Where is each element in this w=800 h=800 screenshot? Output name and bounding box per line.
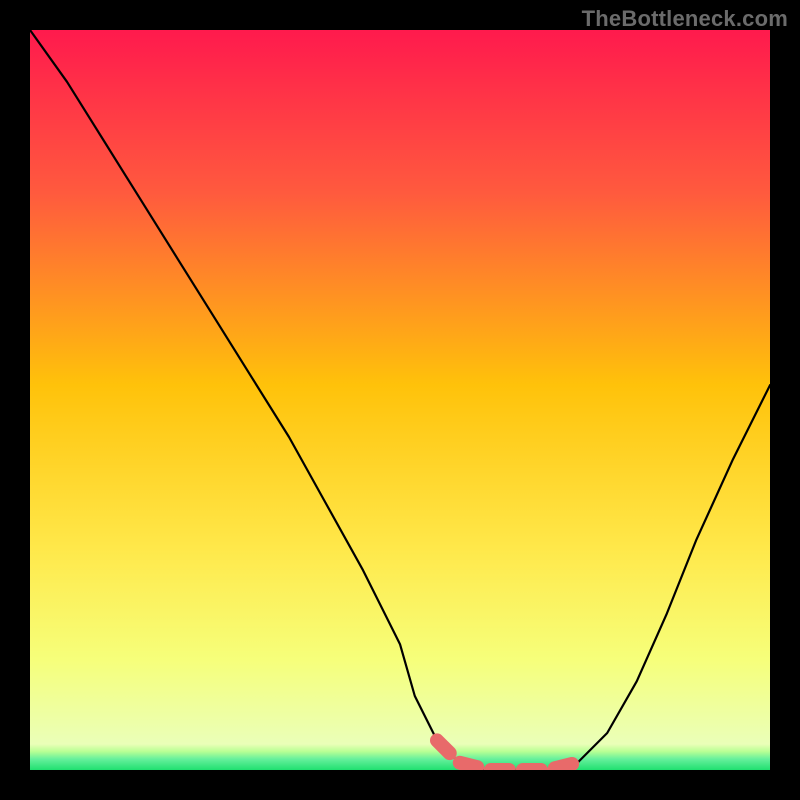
chart-container: TheBottleneck.com [0,0,800,800]
plot-area [30,30,770,770]
curve-layer [30,30,770,770]
bottleneck-curve [30,30,770,770]
watermark-text: TheBottleneck.com [582,6,788,32]
valley-highlight [437,740,578,770]
